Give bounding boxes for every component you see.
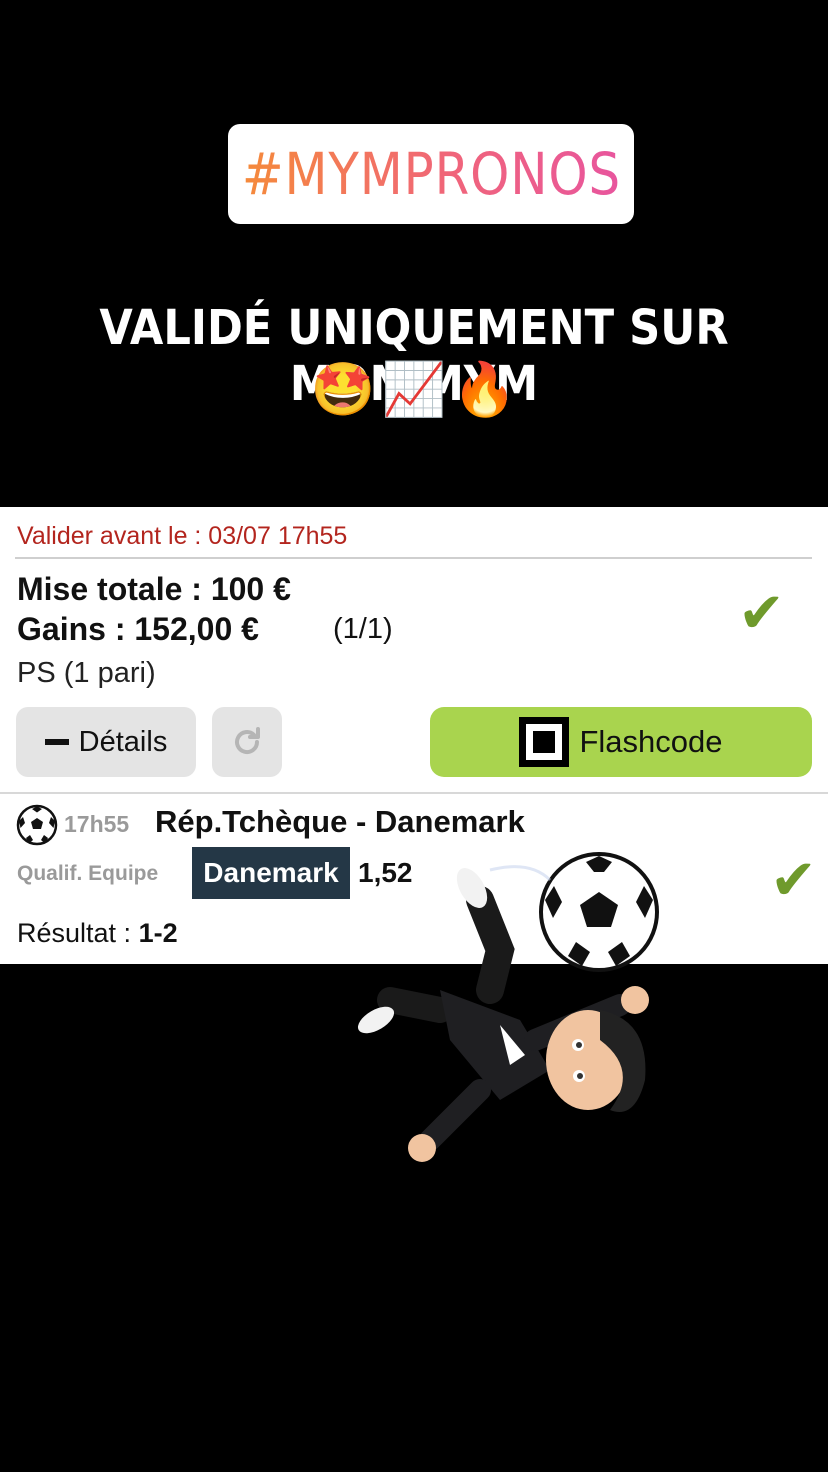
match-time: 17h55 — [64, 811, 130, 837]
details-toggle-button[interactable]: Détails — [16, 707, 196, 777]
refresh-icon — [235, 727, 260, 755]
match-name: Rép.Tchèque - Danemark — [155, 804, 525, 839]
qr-code-icon — [519, 717, 570, 767]
sticker-soccer-ball-icon — [539, 852, 659, 972]
hashtag-sticker[interactable]: #MYMPRONOS — [228, 124, 634, 224]
result-label: Résultat : — [17, 918, 139, 948]
refresh-button[interactable] — [212, 707, 282, 777]
deadline-text: Valider avant le : 03/07 17h55 — [17, 522, 348, 550]
total-stake: Mise totale : 100 € — [17, 571, 291, 607]
emoji-row: 🤩 📈 🔥 — [0, 360, 828, 420]
market-label: Qualif. Equipe — [17, 862, 159, 885]
winning-check-icon: ✔ — [738, 581, 785, 644]
gains-count: (1/1) — [333, 613, 393, 645]
bet-type: PS (1 pari) — [17, 657, 156, 689]
flashcode-button[interactable]: Flashcode — [430, 707, 812, 777]
chart-increasing-emoji-icon: 📈 — [381, 361, 447, 419]
selection-won-check-icon: ✔ — [770, 848, 817, 911]
result-score: 1-2 — [138, 918, 178, 948]
fire-emoji-icon: 🔥 — [452, 361, 518, 419]
soccer-ball-icon — [16, 804, 58, 846]
details-label: Détails — [78, 725, 168, 758]
star-struck-emoji-icon: 🤩 — [310, 361, 376, 419]
hashtag-text: #MYMPRONOS — [241, 140, 621, 208]
total-gains: Gains : 152,00 € — [17, 611, 259, 647]
flashcode-label: Flashcode — [579, 724, 723, 759]
match-result: Résultat : 1-2 — [17, 918, 178, 949]
divider — [15, 557, 812, 559]
divider — [0, 792, 828, 794]
minus-icon — [44, 739, 69, 745]
selection-badge: Danemark — [192, 847, 350, 899]
bitmoji-bicycle-kick-sticker[interactable] — [350, 840, 680, 1230]
